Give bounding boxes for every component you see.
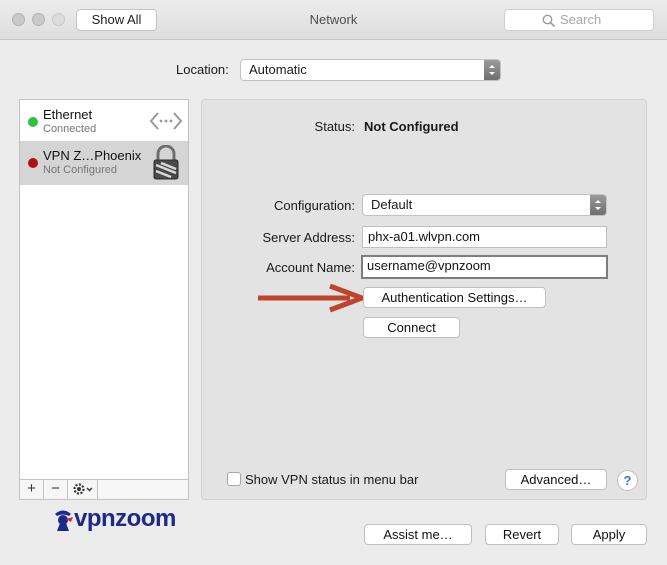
- revert-button[interactable]: Revert: [485, 524, 559, 545]
- advanced-button[interactable]: Advanced…: [505, 469, 607, 490]
- service-status: Connected: [43, 123, 97, 135]
- service-name: Ethernet: [43, 107, 93, 122]
- status-value: Not Configured: [364, 119, 459, 134]
- assist-me-button[interactable]: Assist me…: [364, 524, 472, 545]
- help-button[interactable]: ?: [617, 470, 638, 491]
- vpn-lock-icon: [153, 145, 179, 180]
- service-status: Not Configured: [43, 164, 117, 176]
- ethernet-arrows-icon: [149, 112, 183, 130]
- configuration-select[interactable]: Default: [362, 194, 607, 216]
- updown-arrows-icon: [484, 60, 500, 80]
- service-ethernet[interactable]: Ethernet Connected: [20, 100, 188, 144]
- service-name: VPN Z…Phoenix: [43, 148, 142, 163]
- authentication-settings-button[interactable]: Authentication Settings…: [363, 287, 546, 308]
- logo-text: vpnzoom: [74, 505, 176, 532]
- status-dot-green: [28, 117, 38, 127]
- show-vpn-status-checkbox[interactable]: [227, 472, 241, 486]
- connect-button[interactable]: Connect: [363, 317, 460, 338]
- gear-menu-button[interactable]: [68, 480, 98, 499]
- location-label: Location:: [176, 62, 229, 77]
- gear-icon: [72, 483, 92, 495]
- add-service-button[interactable]: +: [20, 480, 44, 499]
- status-label: Status:: [314, 119, 355, 134]
- search-input[interactable]: Search: [504, 9, 654, 31]
- search-placeholder: Search: [560, 12, 602, 27]
- location-select[interactable]: Automatic: [240, 59, 501, 81]
- configuration-label: Configuration:: [274, 198, 355, 213]
- title-bar: Show All Network Search: [0, 0, 667, 40]
- account-name-label: Account Name:: [266, 260, 355, 275]
- annotation-arrow-icon: [258, 284, 370, 313]
- search-icon: [542, 14, 556, 28]
- server-address-input[interactable]: phx-a01.wlvpn.com: [362, 226, 607, 248]
- location-value: Automatic: [249, 62, 307, 77]
- updown-arrows-icon: [590, 195, 606, 215]
- service-list-toolbar: + −: [19, 479, 189, 500]
- spy-mascot-icon: [55, 510, 73, 531]
- service-vpn-phoenix[interactable]: VPN Z…Phoenix Not Configured: [20, 141, 188, 185]
- show-vpn-status-label: Show VPN status in menu bar: [245, 472, 419, 487]
- service-list: Ethernet Connected VPN Z…Phoenix Not Con…: [19, 99, 189, 480]
- status-dot-red: [28, 158, 38, 168]
- account-name-input[interactable]: username@vpnzoom: [361, 255, 608, 279]
- server-address-label: Server Address:: [262, 230, 356, 245]
- remove-service-button[interactable]: −: [44, 480, 68, 499]
- apply-button[interactable]: Apply: [571, 524, 647, 545]
- configuration-value: Default: [371, 197, 413, 212]
